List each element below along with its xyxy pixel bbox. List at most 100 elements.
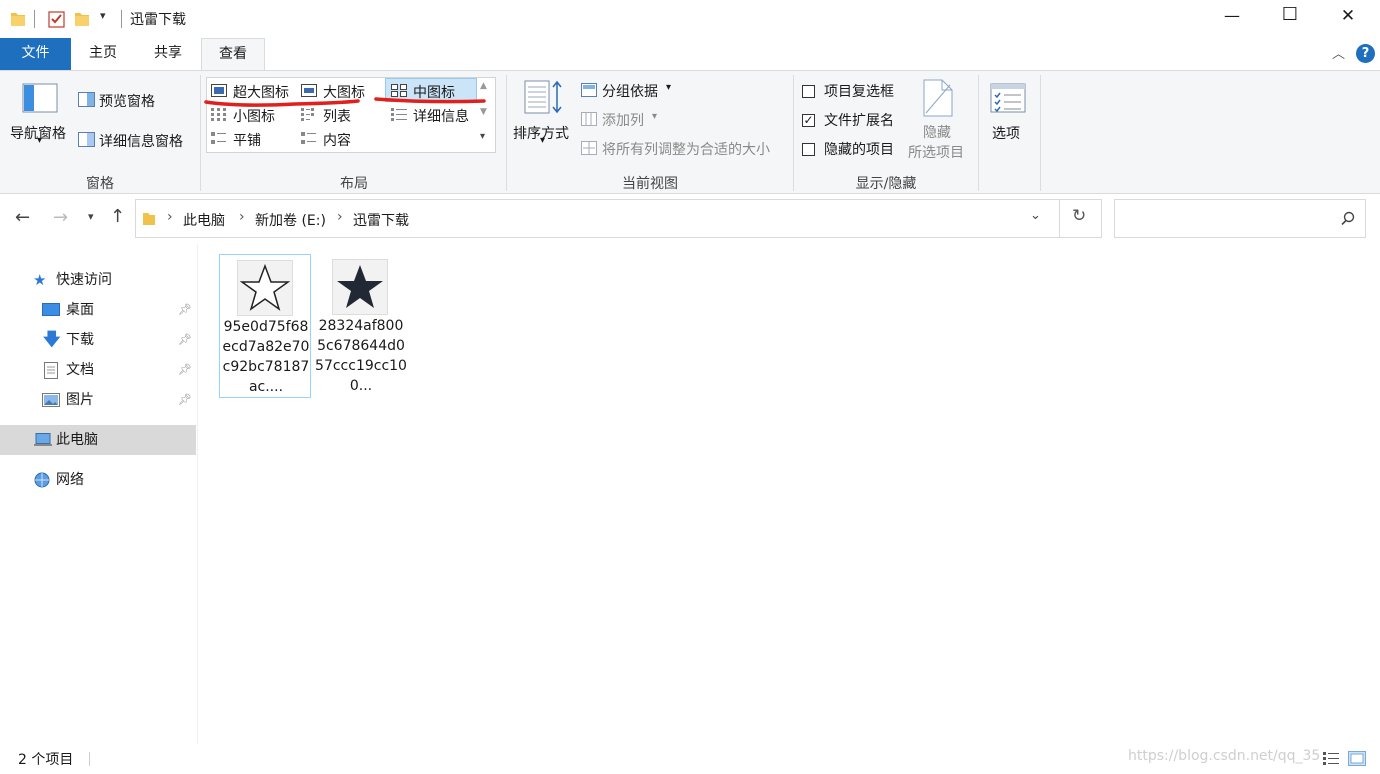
- tiles-icon: [211, 132, 226, 144]
- breadcrumb-drive[interactable]: 新加卷 (E:): [255, 210, 326, 230]
- group-label-layout: 布局: [340, 176, 368, 192]
- title-bar: ▾ 迅雷下载 — ☐ ✕: [0, 0, 1380, 38]
- chevron-down-icon[interactable]: ▾: [652, 111, 657, 122]
- pin-icon[interactable]: 📌︎: [178, 385, 192, 415]
- tab-share[interactable]: 共享: [135, 38, 201, 70]
- chevron-down-icon[interactable]: ▾: [37, 135, 42, 146]
- title-separator: [121, 10, 122, 28]
- gallery-expand-icon[interactable]: ▾: [480, 131, 485, 142]
- group-separator: [978, 75, 979, 191]
- nav-item-label: 文档: [66, 362, 94, 378]
- hide-selected-line2[interactable]: 所选项目: [908, 142, 964, 162]
- download-arrow-icon: 🡇: [43, 330, 61, 350]
- nav-item-downloads[interactable]: 🡇 下载 📌︎: [0, 325, 196, 355]
- group-label-panes: 窗格: [86, 176, 114, 192]
- tab-home[interactable]: 主页: [71, 38, 135, 70]
- item-count: 2 个项目: [18, 752, 74, 768]
- pin-icon[interactable]: 📌︎: [178, 325, 192, 355]
- nav-item-documents[interactable]: 文档 📌︎: [0, 355, 196, 385]
- recent-locations-icon[interactable]: ▾: [88, 210, 94, 223]
- chevron-down-icon[interactable]: ▾: [666, 82, 671, 93]
- preview-pane-icon: [78, 92, 95, 107]
- close-button[interactable]: ✕: [1336, 6, 1360, 26]
- star-icon: ★: [33, 271, 47, 289]
- hidden-items-checkbox[interactable]: [802, 143, 815, 156]
- breadcrumb-this-pc[interactable]: 此电脑: [183, 210, 225, 230]
- large-icons-view-icon[interactable]: [1348, 751, 1366, 766]
- pin-icon[interactable]: 📌︎: [178, 355, 192, 385]
- status-bar: 2 个项目 https://blog.csdn.net/qq_35: [0, 744, 1380, 774]
- maximize-button[interactable]: ☐: [1278, 4, 1302, 25]
- up-button[interactable]: ↑: [110, 206, 125, 227]
- file-name: 28324af8005c678644d057ccc19cc100...: [315, 318, 407, 394]
- computer-icon: [34, 433, 52, 446]
- group-by-button[interactable]: 分组依据: [602, 81, 658, 101]
- details-view-icon[interactable]: [1323, 752, 1339, 766]
- minimize-button[interactable]: —: [1222, 6, 1242, 25]
- size-all-columns-button[interactable]: 将所有列调整为合适的大小: [602, 139, 770, 159]
- hide-selected-icon: [923, 79, 953, 117]
- back-button[interactable]: ←: [15, 207, 30, 228]
- new-folder-icon[interactable]: [74, 10, 90, 28]
- star-filled-icon: [332, 259, 388, 315]
- quick-access-dropdown-icon[interactable]: ▾: [100, 9, 106, 22]
- details-pane-button[interactable]: 详细信息窗格: [99, 131, 183, 151]
- nav-item-pictures[interactable]: 图片 📌︎: [0, 385, 196, 415]
- file-extensions-label: 文件扩展名: [824, 113, 894, 129]
- group-by-icon: [581, 83, 597, 97]
- ribbon-tabs: 文件 主页 共享 查看 ︿ ?: [0, 38, 1380, 71]
- nav-item-desktop[interactable]: 桌面 📌︎: [0, 295, 196, 325]
- breadcrumb-folder[interactable]: 迅雷下载: [353, 210, 409, 230]
- sort-by-icon: [524, 80, 562, 114]
- file-extensions-checkbox[interactable]: ✓: [802, 114, 815, 127]
- hidden-items-label: 隐藏的项目: [824, 142, 894, 158]
- address-toolbar: ← → ▾ ↑ › 此电脑 › 新加卷 (E:) › 迅雷下载 ⌄ ↻: [0, 194, 1380, 244]
- refresh-icon[interactable]: ↻: [1072, 206, 1086, 226]
- nav-this-pc[interactable]: 此电脑: [0, 425, 196, 455]
- navigation-pane-icon: [22, 83, 58, 113]
- group-label-show-hide: 显示/隐藏: [855, 176, 917, 192]
- breadcrumb-chevron-icon[interactable]: ›: [239, 209, 245, 225]
- search-input[interactable]: [1114, 199, 1366, 238]
- address-box[interactable]: › 此电脑 › 新加卷 (E:) › 迅雷下载: [135, 199, 1060, 238]
- search-icon[interactable]: [1341, 211, 1355, 225]
- item-checkboxes-label: 项目复选框: [824, 84, 894, 100]
- nav-network[interactable]: 网络: [0, 465, 196, 495]
- properties-icon[interactable]: [48, 10, 66, 28]
- pictures-icon: [42, 393, 60, 407]
- nav-this-pc-label: 此电脑: [56, 432, 98, 448]
- address-dropdown-icon[interactable]: ⌄: [1030, 208, 1041, 223]
- help-icon[interactable]: ?: [1356, 44, 1375, 63]
- document-icon: [44, 362, 58, 379]
- breadcrumb-chevron-icon[interactable]: ›: [167, 209, 173, 225]
- file-name: 95e0d75f68ecd7a82e70c92bc78187ac....: [222, 319, 310, 395]
- details-pane-icon: [78, 132, 95, 147]
- nav-network-label: 网络: [56, 472, 84, 488]
- nav-item-label: 下载: [66, 332, 94, 348]
- nav-item-label: 桌面: [66, 302, 94, 318]
- add-columns-button[interactable]: 添加列: [602, 110, 644, 130]
- tab-view[interactable]: 查看: [201, 38, 265, 71]
- nav-quick-access[interactable]: ★ 快速访问: [0, 265, 196, 295]
- file-item[interactable]: 28324af8005c678644d057ccc19cc100...: [315, 254, 407, 398]
- preview-pane-button[interactable]: 预览窗格: [99, 91, 155, 111]
- content-icon: [301, 132, 316, 144]
- file-item[interactable]: 95e0d75f68ecd7a82e70c92bc78187ac....: [219, 254, 311, 398]
- folder-icon: [143, 213, 155, 225]
- pin-icon[interactable]: 📌︎: [178, 295, 192, 325]
- breadcrumb-chevron-icon[interactable]: ›: [337, 209, 343, 225]
- folder-icon[interactable]: [10, 10, 26, 28]
- chevron-down-icon[interactable]: ▾: [540, 135, 545, 146]
- collapse-ribbon-icon[interactable]: ︿: [1332, 43, 1345, 62]
- content-option[interactable]: 内容: [323, 130, 351, 150]
- size-columns-icon: [581, 141, 597, 155]
- star-outline-icon: [237, 260, 293, 316]
- forward-button[interactable]: →: [53, 207, 68, 228]
- add-columns-icon: [581, 112, 597, 126]
- tab-file[interactable]: 文件: [0, 38, 71, 70]
- options-button[interactable]: 选项: [992, 123, 1020, 143]
- window-title: 迅雷下载: [130, 12, 186, 28]
- tiles-option[interactable]: 平铺: [233, 130, 261, 150]
- item-checkboxes-checkbox[interactable]: [802, 85, 815, 98]
- hide-selected-line1[interactable]: 隐藏: [923, 122, 951, 142]
